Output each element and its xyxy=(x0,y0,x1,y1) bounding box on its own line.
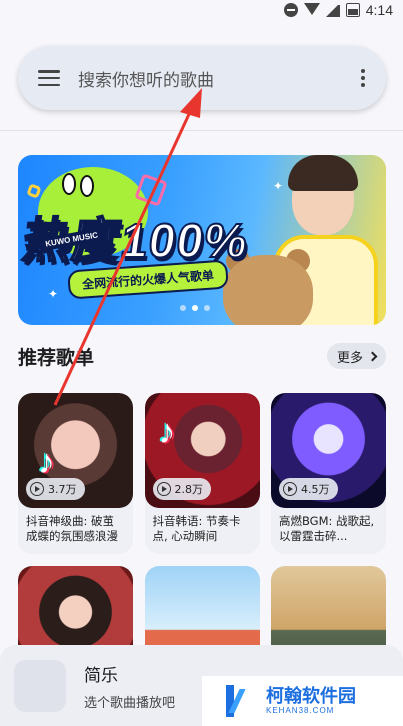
section-title: 推荐歌单 xyxy=(18,346,95,369)
carousel-dot xyxy=(204,305,210,311)
player-info: 简乐 选个歌曲播放吧 xyxy=(84,661,175,711)
more-button[interactable]: 更多 xyxy=(326,343,386,369)
playlist-card[interactable]: 4.5万 高燃BGM: 战歌起, 以雷霆击碎... xyxy=(271,393,386,554)
more-vert-icon[interactable] xyxy=(360,69,366,87)
watermark-url: KEHAN38.COM xyxy=(266,705,335,715)
playlist-card[interactable]: ♪ 2.8万 抖音韩语: 节奏卡点, 心动瞬间 xyxy=(144,393,260,554)
mascot-eye-icon xyxy=(80,175,94,197)
do-not-disturb-icon xyxy=(283,3,298,17)
star-icon: ✦ xyxy=(48,287,59,301)
carousel-indicator xyxy=(180,305,210,311)
tiktok-logo-icon: ♪ xyxy=(158,413,176,451)
status-bar: 4:14 xyxy=(0,0,403,20)
player-album-art xyxy=(14,659,66,712)
carousel-dot xyxy=(180,305,186,311)
play-circle-icon xyxy=(283,482,297,496)
chevron-right-icon xyxy=(367,351,378,361)
watermark-text: 柯翰软件园 KEHAN38.COM xyxy=(266,685,356,716)
more-button-label: 更多 xyxy=(336,350,363,366)
divider xyxy=(0,130,403,131)
search-bar[interactable]: 搜索你想听的歌曲 xyxy=(18,46,386,110)
playlist-cover: 4.5万 xyxy=(271,393,386,508)
status-time: 4:14 xyxy=(365,2,393,18)
signal-icon xyxy=(325,3,340,17)
play-count-badge: 3.7万 xyxy=(26,478,85,500)
playlist-cover: ♪ 3.7万 xyxy=(18,393,133,508)
promo-banner[interactable]: ✦ ✦ ✦ 热度100% KUWO MUSIC 全网流行的火爆人气歌单 xyxy=(18,155,386,325)
playlist-title: 抖音神级曲: 破茧成蝶的氛围感浪漫 xyxy=(26,514,118,543)
recommended-playlists-header: 推荐歌单 更多 xyxy=(18,340,386,372)
tiktok-logo-icon: ♪ xyxy=(38,443,55,481)
playlist-cover: ♪ 2.8万 xyxy=(144,393,260,508)
play-count: 2.8万 xyxy=(174,483,204,496)
decor-shape xyxy=(26,183,42,199)
battery-icon xyxy=(345,3,360,17)
watermark-name: 柯翰软件园 xyxy=(266,685,356,707)
player-title: 简乐 xyxy=(84,665,118,686)
carousel-dot-active xyxy=(192,305,198,311)
mascot-eye-icon xyxy=(62,173,76,195)
play-circle-icon xyxy=(156,482,171,496)
menu-icon[interactable] xyxy=(38,70,60,86)
wifi-icon xyxy=(303,3,320,17)
playlist-card[interactable]: ♪ 3.7万 抖音神级曲: 破茧成蝶的氛围感浪漫 xyxy=(18,393,133,554)
search-input[interactable]: 搜索你想听的歌曲 xyxy=(78,66,360,91)
play-count-badge: 2.8万 xyxy=(152,478,211,500)
watermark: 柯翰软件园 KEHAN38.COM xyxy=(202,676,403,726)
playlist-title: 高燃BGM: 战歌起, 以雷霆击碎... xyxy=(279,514,375,543)
playlist-grid: ♪ 3.7万 抖音神级曲: 破茧成蝶的氛围感浪漫 ♪ 2.8万 抖音韩语: 节奏… xyxy=(18,393,386,681)
play-count: 3.7万 xyxy=(48,483,77,496)
playlist-title: 抖音韩语: 节奏卡点, 心动瞬间 xyxy=(152,514,241,543)
play-count-badge: 4.5万 xyxy=(279,478,338,500)
watermark-logo-icon xyxy=(222,683,258,719)
play-circle-icon xyxy=(30,482,44,496)
play-count: 4.5万 xyxy=(301,483,330,496)
player-subtitle: 选个歌曲播放吧 xyxy=(84,695,176,711)
